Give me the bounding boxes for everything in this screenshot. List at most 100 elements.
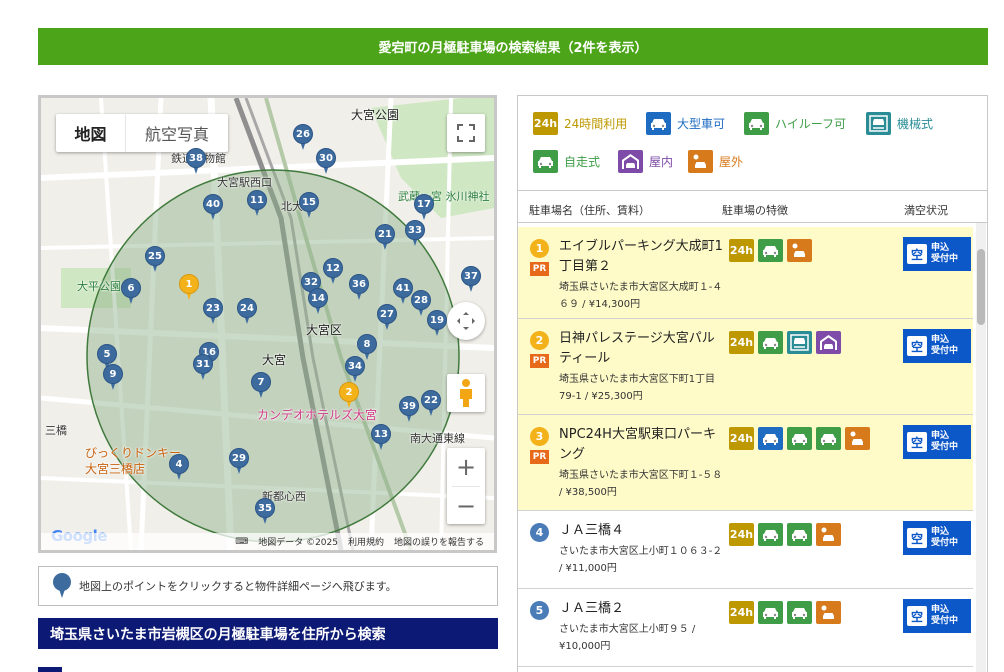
map-pin-number: 24 — [237, 298, 257, 318]
map-pin-40[interactable]: 40 — [203, 194, 223, 221]
map-type-satellite[interactable]: 航空写真 — [125, 114, 228, 152]
zoom-out-button[interactable]: − — [456, 487, 476, 524]
map-pin-24[interactable]: 24 — [237, 298, 257, 325]
map-pin-35[interactable]: 35 — [255, 498, 275, 525]
legend-label-outdoor: 屋外 — [719, 155, 744, 169]
map-pin-2[interactable]: 2 — [339, 382, 359, 409]
map-pin-7[interactable]: 7 — [251, 372, 271, 399]
legend-label-hiroof: ハイルーフ可 — [775, 117, 847, 131]
map-pin-6[interactable]: 6 — [121, 278, 141, 305]
legend-item-outdoor: 屋外 — [688, 150, 743, 173]
availability-button[interactable]: 空申込 受付中 — [903, 237, 971, 271]
map-pin-27[interactable]: 27 — [377, 304, 397, 331]
map-pin-26[interactable]: 26 — [293, 124, 313, 151]
map-pin-25[interactable]: 25 — [145, 246, 165, 273]
map-pin-15[interactable]: 15 — [299, 192, 319, 219]
map-pin-17[interactable]: 17 — [414, 194, 434, 221]
map-pin-number: 33 — [405, 220, 425, 240]
parking-row[interactable]: 5 ＪＡ三橋２ さいたま市大宮区上小町９５ / ¥10,000円 24h 空申込 受付中 — [518, 589, 973, 667]
24h-icon: 24h — [533, 112, 558, 135]
rank-badge: 1 — [530, 239, 549, 258]
availability-button[interactable]: 空申込 受付中 — [903, 329, 971, 363]
availability-button[interactable]: 空申込 受付中 — [903, 599, 971, 633]
map-pin-number: 19 — [427, 310, 447, 330]
outdoor-icon — [787, 239, 812, 262]
map-pin-number: 37 — [461, 266, 481, 286]
parking-row[interactable]: 4 ＪＡ三橋４ さいたま市大宮区上小町１０６３-２ / ¥11,000円 24h 空申込… — [518, 511, 973, 589]
map-type-toggle[interactable]: 地図 航空写真 — [56, 114, 228, 152]
street-view-button[interactable] — [447, 374, 485, 412]
zoom-control[interactable]: + − — [447, 448, 485, 524]
parking-name-link[interactable]: ＪＡ三橋４ — [559, 521, 727, 541]
map-pin-22[interactable]: 22 — [421, 390, 441, 417]
legend-item-large: 大型車可 — [646, 112, 725, 135]
parking-row[interactable]: 2 PR 日神パレステージ大宮パルティール 埼玉県さいたま市大宮区下町1丁目79-1 … — [518, 319, 973, 415]
map-pin-number: 31 — [193, 354, 213, 374]
legend-item-mech: 機械式 — [866, 112, 933, 135]
map-place-label: 大宮駅西口 — [217, 176, 272, 189]
map-place-label: カンデオホテルズ大宮 — [257, 408, 378, 422]
map-pin-21[interactable]: 21 — [375, 224, 395, 251]
availability-button[interactable]: 空申込 受付中 — [903, 425, 971, 459]
map-pin-13[interactable]: 13 — [371, 424, 391, 451]
map-panel[interactable]: 地図 航空写真 + − 大宮公園鉄道博物館北大宮武蔵一宮 氷川神社大平公園大宮区… — [38, 95, 497, 553]
map-report-link[interactable]: 地図の誤りを報告する — [394, 535, 484, 548]
list-scrollbar[interactable] — [976, 223, 986, 672]
fullscreen-button[interactable] — [447, 114, 485, 152]
list-scroll-thumb[interactable] — [977, 249, 985, 325]
self-drive-icon — [787, 601, 812, 624]
parking-address-rent: さいたま市大宮区上小町１０６３-２ / ¥11,000円 — [559, 546, 723, 574]
keyboard-shortcuts-icon[interactable]: ⌨ — [235, 537, 248, 547]
map-pin-number: 15 — [299, 192, 319, 212]
parking-name-link[interactable]: ＪＡ三橋２ — [559, 599, 727, 619]
parking-list: 駐車場名（住所、賃料） 駐車場の特徴 満空状況 1 PR エイブルパーキング大成町1… — [517, 191, 988, 672]
high-roof-icon — [787, 427, 812, 450]
map-pin-number: 12 — [323, 258, 343, 278]
map-pin-38[interactable]: 38 — [186, 148, 206, 175]
outdoor-icon — [688, 150, 713, 173]
map-terms-link[interactable]: 利用規約 — [348, 535, 384, 548]
map-pin-31[interactable]: 31 — [193, 354, 213, 381]
availability-button[interactable]: 空申込 受付中 — [903, 521, 971, 555]
map-pin-11[interactable]: 11 — [247, 190, 267, 217]
map-pin-33[interactable]: 33 — [405, 220, 425, 247]
parking-name-link[interactable]: NPC24H大宮駅東口パーキング — [559, 425, 727, 465]
vacant-icon: 空 — [907, 432, 927, 452]
parking-name-link[interactable]: 日神パレステージ大宮パルティール — [559, 329, 727, 369]
map-pin-41[interactable]: 41 — [393, 278, 413, 305]
pr-badge: PR — [530, 354, 549, 368]
map-pin-34[interactable]: 34 — [345, 356, 365, 383]
map-pin-37[interactable]: 37 — [461, 266, 481, 293]
map-pin-30[interactable]: 30 — [316, 148, 336, 175]
map-pin-23[interactable]: 23 — [203, 298, 223, 325]
map-pin-12[interactable]: 12 — [323, 258, 343, 285]
self-drive-icon — [787, 523, 812, 546]
map-pin-number: 39 — [399, 396, 419, 416]
map-pin-19[interactable]: 19 — [427, 310, 447, 337]
map-pin-9[interactable]: 9 — [103, 364, 123, 391]
map-pin-number: 4 — [169, 454, 189, 474]
self-drive-icon — [758, 239, 783, 262]
map-pin-14[interactable]: 14 — [308, 288, 328, 315]
parking-row[interactable]: 1 PR エイブルパーキング大成町1丁目第２ 埼玉県さいたま市大宮区大成町１-４６９ … — [518, 227, 973, 319]
map-pin-29[interactable]: 29 — [229, 448, 249, 475]
24h-icon: 24h — [729, 601, 754, 624]
parking-address-rent: 埼玉県さいたま市大宮区大成町１-４６９ / ¥14,300円 — [559, 282, 723, 310]
rank-badge: 2 — [530, 331, 549, 350]
mechanical-parking-icon — [787, 331, 812, 354]
parking-name-link[interactable]: エイブルパーキング大成町1丁目第２ — [559, 237, 727, 277]
map-pin-4[interactable]: 4 — [169, 454, 189, 481]
map-data-credit: 地図データ ©2025 — [258, 538, 338, 548]
map-pin-39[interactable]: 39 — [399, 396, 419, 423]
map-pin-number: 8 — [357, 334, 377, 354]
feature-icons: 24h — [729, 331, 841, 354]
map-pin-36[interactable]: 36 — [349, 274, 369, 301]
zoom-in-button[interactable]: + — [456, 448, 476, 486]
map-type-map[interactable]: 地図 — [56, 114, 125, 152]
map-place-label: 武蔵一宮 氷川神社 — [398, 190, 490, 203]
pan-control[interactable] — [447, 302, 485, 340]
parking-row[interactable]: 3 PR NPC24H大宮駅東口パーキング 埼玉県さいたま市大宮区下町１-５８ / ¥… — [518, 415, 973, 511]
rank-badge: 5 — [530, 601, 549, 620]
map-pin-1[interactable]: 1 — [179, 274, 199, 301]
map-pin-number: 28 — [411, 290, 431, 310]
